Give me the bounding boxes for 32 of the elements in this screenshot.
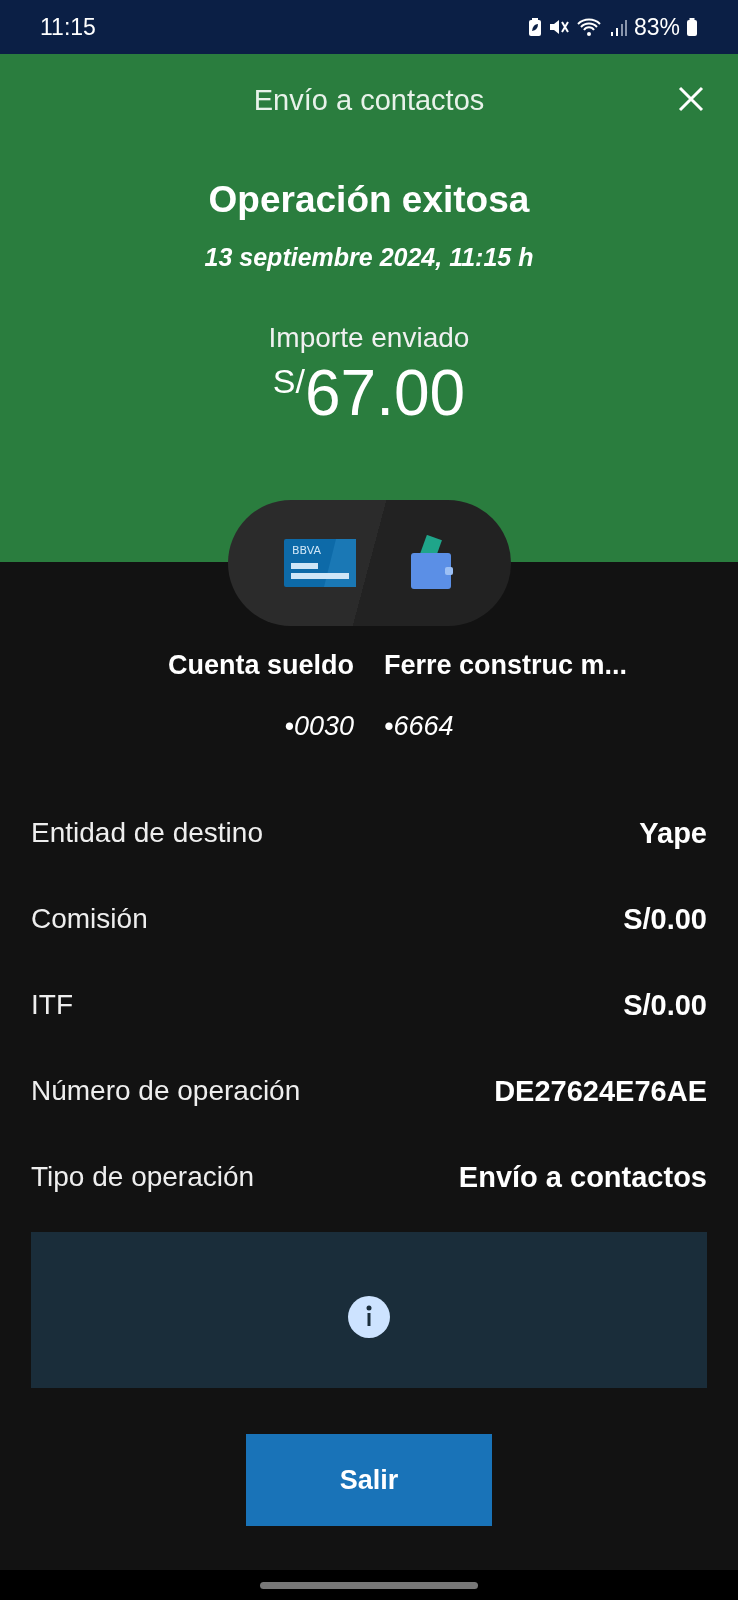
source-account-number: •0030 — [284, 711, 354, 742]
bank-card-icon: BBVA — [283, 539, 356, 587]
mute-icon — [547, 17, 570, 37]
exit-button[interactable]: Salir — [246, 1434, 492, 1526]
destination-account-number: •6664 — [384, 711, 455, 742]
amount-label: Importe enviado — [268, 322, 470, 354]
close-icon — [678, 86, 704, 112]
detail-value: Yape — [639, 816, 707, 850]
result-date: 13 septiembre 2024, 11:15 h — [204, 243, 534, 272]
detail-label: Número de operación — [31, 1075, 301, 1107]
battery-percent: 83% — [633, 13, 680, 41]
amount-value: 67.00 — [305, 356, 466, 430]
detail-value: S/0.00 — [623, 902, 707, 936]
detail-label: Entidad de destino — [31, 817, 263, 849]
battery-icon — [686, 17, 698, 37]
detail-label: ITF — [31, 989, 73, 1021]
destination-account-name: Ferre construc m... — [384, 650, 629, 681]
home-handle[interactable] — [260, 1581, 478, 1589]
screen-title: Envío a contactos — [253, 84, 485, 117]
info-icon — [348, 1296, 390, 1338]
source-account-name: Cuenta sueldo — [167, 650, 354, 681]
currency-symbol: S/ — [272, 362, 305, 400]
result-title: Operación exitosa — [208, 179, 530, 221]
detail-value: Envío a contactos — [458, 1160, 707, 1194]
detail-value: DE27624E76AE — [494, 1074, 707, 1108]
detail-label: Tipo de operación — [31, 1161, 255, 1193]
detail-label: Comisión — [31, 903, 148, 935]
status-time: 11:15 — [40, 13, 96, 41]
detail-value: S/0.00 — [623, 988, 707, 1022]
signal-icon — [609, 17, 628, 37]
battery-saver-icon — [527, 17, 542, 37]
close-button[interactable] — [678, 86, 704, 112]
